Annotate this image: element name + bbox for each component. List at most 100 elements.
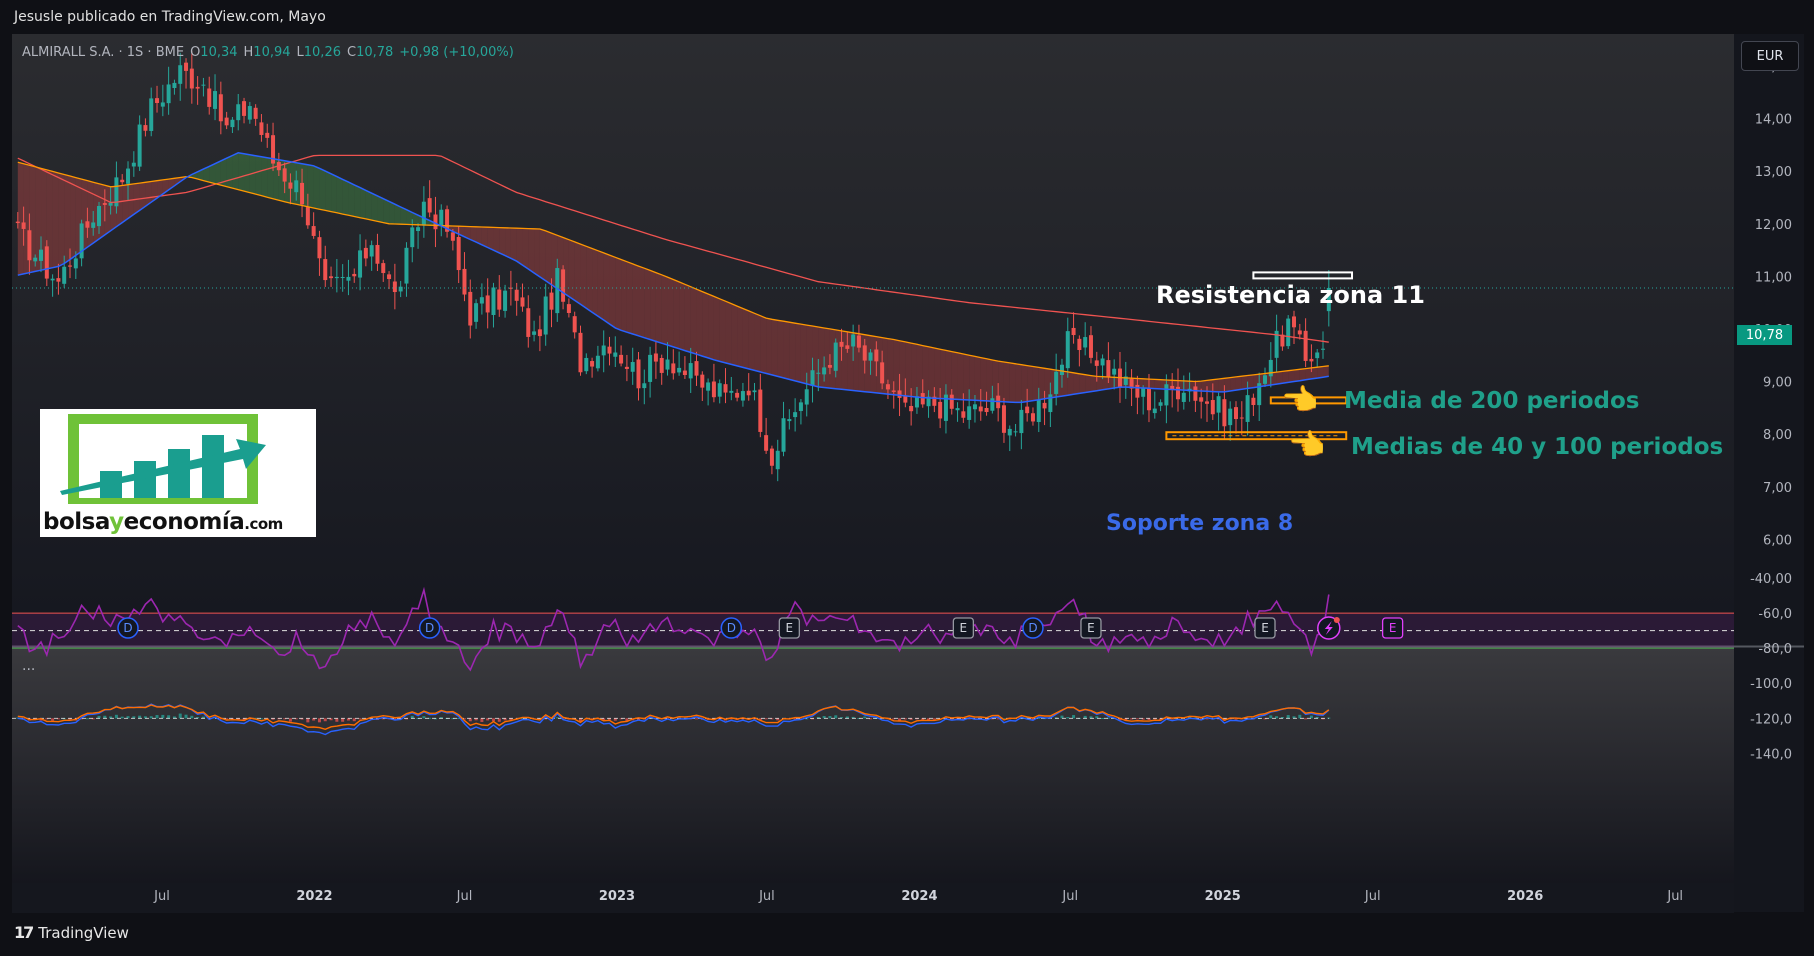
candle-body	[1268, 359, 1273, 377]
candle-body	[479, 297, 484, 304]
ma-cloud-segment	[1108, 376, 1115, 389]
ma-cloud-segment	[824, 327, 830, 389]
time-tick-label: Jul	[1061, 889, 1078, 904]
ma-cloud-segment	[1288, 369, 1295, 383]
candle-body	[73, 258, 78, 269]
candle-body	[967, 406, 972, 420]
candle-body	[717, 383, 722, 397]
candle-body	[1094, 360, 1099, 366]
ma-cloud-segment	[655, 272, 662, 344]
ma-cloud-segment	[232, 152, 239, 190]
candle-body	[769, 448, 774, 466]
candle-body	[752, 390, 757, 393]
currency-button[interactable]: EUR	[1741, 41, 1799, 71]
ma-cloud-segment	[795, 323, 801, 383]
candle-body	[358, 250, 363, 278]
candle-body	[793, 412, 798, 418]
pointing-hand-icon: 👈	[1288, 428, 1326, 463]
macd-histogram-bar	[422, 716, 426, 719]
ma-cloud-segment	[1009, 362, 1016, 403]
ma-cloud-segment	[1154, 379, 1161, 389]
candle-body	[108, 202, 113, 206]
candle-body	[1297, 330, 1302, 335]
bottom-bar	[0, 914, 1814, 956]
ma-cloud-segment	[1143, 378, 1149, 389]
candle-body	[1025, 406, 1030, 414]
ma-cloud-segment	[1148, 379, 1155, 389]
ma-cloud-segment	[1317, 366, 1324, 379]
macd-histogram-bar	[932, 718, 936, 720]
candle-body	[474, 303, 479, 322]
ma-cloud-segment	[713, 296, 720, 362]
candle-body	[1001, 405, 1006, 433]
macd-histogram-bar	[1066, 717, 1070, 719]
ma40-100-annotation: Medias de 40 y 100 periodos	[1351, 434, 1724, 460]
candle-body	[1071, 327, 1076, 336]
ma-cloud-segment	[389, 201, 395, 225]
ma-cloud-segment	[510, 228, 517, 262]
ma-cloud-segment	[580, 244, 587, 309]
ma-cloud-segment	[893, 339, 900, 396]
price-tick-label: 9,00	[1763, 376, 1792, 391]
ma-cloud-segment	[238, 152, 245, 192]
candle-body	[1112, 368, 1117, 375]
ma-cloud-segment	[818, 327, 825, 388]
ma-cloud-segment	[661, 274, 668, 346]
ma-cloud-segment	[505, 227, 511, 259]
candle-body	[201, 84, 206, 86]
macd-histogram-bar	[1298, 714, 1302, 719]
candle-body	[178, 65, 183, 84]
earnings-marker-label: E	[1261, 621, 1269, 635]
ma-cloud-segment	[742, 308, 749, 369]
candle-body	[462, 268, 467, 295]
candle-body	[798, 402, 803, 412]
candle-body	[97, 206, 102, 227]
ma-cloud-segment	[1067, 371, 1074, 396]
candle-body	[1083, 337, 1088, 348]
candle-body	[804, 389, 809, 405]
candle-body	[555, 268, 560, 314]
tradingview-brand[interactable]: 17 TradingView	[14, 923, 129, 942]
dividend-marker-label: D	[425, 621, 434, 635]
resistance-annotation: Resistencia zona 11	[1156, 281, 1425, 309]
symbol-label[interactable]: ALMIRALL S.A. · 1S · BME	[22, 45, 184, 60]
candle-body	[33, 257, 38, 262]
ma-cloud-segment	[586, 246, 593, 313]
ma-cloud-segment	[992, 360, 999, 402]
ma-cloud-segment	[52, 171, 59, 268]
ma-cloud-segment	[945, 350, 952, 400]
macd-histogram-bar	[178, 713, 182, 719]
candle-body	[21, 222, 26, 229]
ma-cloud-segment	[1027, 365, 1033, 402]
candle-body	[682, 370, 687, 375]
candle-body	[624, 366, 629, 369]
candle-body	[1263, 375, 1267, 384]
tradingview-logo-icon: 17	[14, 923, 34, 942]
candle-body	[1042, 402, 1047, 409]
price-tick-label: 8,00	[1763, 428, 1792, 443]
rsi-menu-button[interactable]: ...	[22, 658, 35, 674]
ma-cloud-segment	[255, 155, 262, 196]
candle-body	[166, 84, 171, 104]
ma-cloud-segment	[534, 228, 540, 277]
ma-cloud-segment	[128, 183, 134, 219]
ma-cloud-segment	[1032, 366, 1039, 401]
candle-body	[427, 198, 432, 213]
candle-body	[288, 182, 293, 189]
candle-body	[1181, 392, 1186, 402]
price-tick-label: 11,00	[1755, 270, 1792, 285]
ma-cloud-segment	[545, 230, 552, 285]
candle-body	[909, 405, 914, 412]
candle-body	[845, 345, 850, 349]
ma-cloud-segment	[1235, 376, 1242, 391]
candle-body	[1251, 397, 1256, 405]
candle-body	[404, 247, 409, 284]
candle-body	[729, 390, 734, 393]
ma-cloud-segment	[1085, 374, 1091, 393]
ma-cloud-segment	[215, 160, 221, 186]
earnings-marker-label: E	[1389, 621, 1397, 635]
ma-cloud-segment	[261, 156, 268, 198]
ma-cloud-segment	[568, 239, 575, 301]
candle-body	[578, 332, 583, 373]
candle-body	[1292, 316, 1297, 328]
